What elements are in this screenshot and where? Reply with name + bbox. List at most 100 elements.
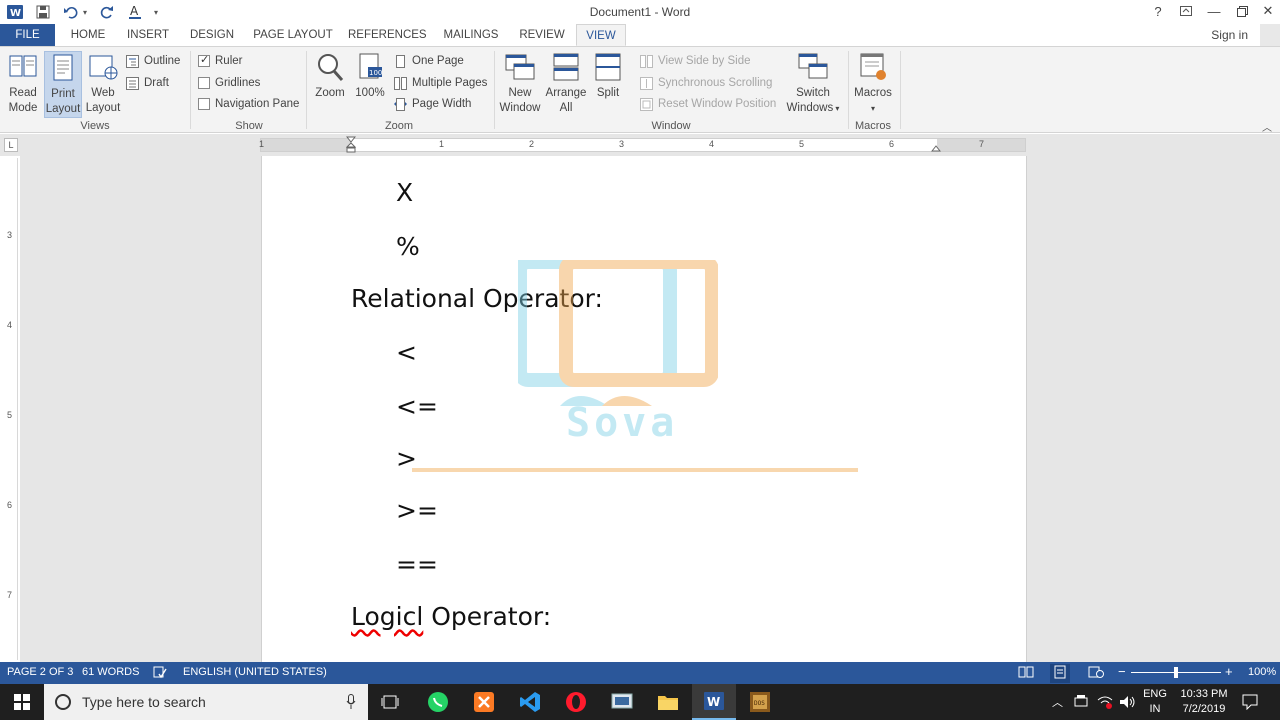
ruler-checkbox[interactable]: Ruler	[198, 51, 242, 71]
network-icon[interactable]	[1074, 694, 1090, 711]
document-page[interactable]: X % Relational Operator: < <= > >= == Lo…	[261, 156, 1027, 664]
tab-design[interactable]: DESIGN	[184, 24, 240, 46]
zoom-100-button[interactable]: 100 100%	[352, 51, 388, 101]
taskbar: Type here to search W DOS ︿ ENG IN 10:33…	[0, 684, 1280, 720]
language-indicator[interactable]: ENGLISH (UNITED STATES)	[183, 666, 327, 678]
misspelled-word[interactable]: Logicl	[351, 602, 423, 631]
document-line[interactable]: <=	[396, 392, 438, 421]
document-line[interactable]: Logicl Operator:	[351, 602, 551, 631]
help-icon[interactable]: ?	[1144, 0, 1172, 22]
one-page-icon	[394, 54, 407, 68]
views-group-label: Views	[80, 120, 110, 132]
reset-window-icon	[640, 97, 653, 111]
synchronous-scrolling-button[interactable]: Synchronous Scrolling	[640, 73, 772, 93]
zoom-in-button[interactable]: +	[1225, 664, 1233, 679]
ruler-check-icon	[198, 53, 210, 67]
tab-insert[interactable]: INSERT	[124, 24, 172, 46]
tab-references[interactable]: REFERENCES	[348, 24, 427, 46]
microphone-icon[interactable]	[346, 694, 356, 713]
gridlines-check-icon	[198, 77, 210, 89]
tab-home[interactable]: HOME	[64, 24, 112, 46]
xampp-icon	[474, 692, 494, 712]
task-view-button[interactable]	[368, 684, 412, 720]
vscode-app[interactable]	[508, 684, 552, 720]
ribbon-display-options-icon[interactable]	[1172, 0, 1200, 22]
close-button[interactable]: ✕	[1254, 0, 1280, 22]
print-layout-icon	[47, 52, 79, 84]
one-page-button[interactable]: One Page	[394, 51, 464, 71]
macros-button[interactable]: Macros ▾	[852, 51, 894, 116]
macros-group-label: Macros	[854, 120, 892, 132]
language-tray[interactable]: ENG IN	[1140, 687, 1170, 717]
volume-icon[interactable]	[1119, 694, 1137, 713]
xampp-app[interactable]	[462, 684, 506, 720]
indent-marker-icon[interactable]	[345, 136, 357, 157]
dosbox-app[interactable]: DOS	[738, 684, 782, 720]
document-line[interactable]: <	[396, 338, 417, 367]
page-count[interactable]: PAGE 2 OF 3	[7, 666, 73, 678]
switch-windows-button[interactable]: Switch Windows ▾	[784, 51, 842, 116]
multiple-pages-button[interactable]: Multiple Pages	[394, 73, 487, 93]
taskbar-search[interactable]: Type here to search	[44, 684, 368, 720]
tab-page-layout[interactable]: PAGE LAYOUT	[252, 24, 334, 46]
tab-view[interactable]: VIEW	[576, 24, 626, 46]
word-app[interactable]: W	[692, 684, 736, 720]
clock[interactable]: 10:33 PM 7/2/2019	[1176, 687, 1232, 717]
web-layout-button[interactable]: Web Layout	[84, 51, 122, 116]
tab-selector-icon[interactable]: L	[4, 138, 18, 152]
side-by-side-icon	[640, 54, 653, 68]
draft-button[interactable]: Draft	[126, 73, 169, 93]
zoom-out-button[interactable]: −	[1118, 664, 1126, 679]
minimize-button[interactable]: —	[1200, 0, 1228, 22]
outline-icon	[126, 54, 139, 68]
file-explorer-app[interactable]	[646, 684, 690, 720]
gridlines-checkbox[interactable]: Gridlines	[198, 73, 260, 93]
sign-in-link[interactable]: Sign in	[1211, 28, 1248, 42]
reset-window-position-button[interactable]: Reset Window Position	[640, 94, 776, 114]
read-mode-button[interactable]: Read Mode	[4, 51, 42, 116]
collapse-ribbon-icon[interactable]: ︿	[1262, 119, 1272, 134]
notifications-icon[interactable]	[1242, 694, 1258, 713]
zoom-level[interactable]: 100%	[1248, 666, 1276, 678]
watermark-logo: Sova	[513, 255, 719, 453]
screen-app[interactable]	[600, 684, 644, 720]
document-line[interactable]: ==	[396, 550, 438, 579]
magnifier-icon	[314, 51, 346, 83]
document-line[interactable]: >=	[396, 496, 438, 525]
restore-button[interactable]	[1228, 0, 1256, 22]
proofing-icon[interactable]	[153, 665, 167, 682]
navigation-pane-checkbox[interactable]: Navigation Pane	[198, 94, 299, 114]
document-line[interactable]: X	[396, 178, 413, 207]
tab-review[interactable]: REVIEW	[516, 24, 568, 46]
tab-file[interactable]: FILE	[0, 24, 55, 46]
print-layout-button[interactable]: Print Layout	[44, 51, 82, 118]
chevron-down-icon: ▾	[870, 104, 875, 113]
page-width-button[interactable]: Page Width	[394, 94, 471, 114]
read-mode-view-icon[interactable]	[1018, 665, 1034, 682]
document-line[interactable]: %	[396, 232, 420, 261]
view-side-by-side-button[interactable]: View Side by Side	[640, 51, 750, 71]
group-separator	[494, 51, 495, 129]
wifi-disconnected-icon[interactable]	[1097, 694, 1113, 713]
start-button[interactable]	[0, 684, 44, 720]
new-window-button[interactable]: New Window	[498, 51, 542, 116]
horizontal-ruler[interactable]: 1 1 2 3 4 5 6 7	[259, 136, 1026, 153]
zoom-button[interactable]: Zoom	[312, 51, 348, 101]
group-separator	[190, 51, 191, 129]
zoom-slider-thumb[interactable]	[1174, 667, 1178, 678]
tab-mailings[interactable]: MAILINGS	[440, 24, 502, 46]
read-mode-icon	[7, 51, 39, 83]
vscode-icon	[520, 692, 540, 712]
whatsapp-app[interactable]	[416, 684, 460, 720]
account-avatar[interactable]	[1260, 24, 1280, 46]
outline-button[interactable]: Outline	[126, 51, 180, 71]
word-count[interactable]: 61 WORDS	[82, 666, 139, 678]
vertical-ruler[interactable]: 3 4 5 6 7	[4, 158, 18, 660]
split-button[interactable]: Split	[590, 51, 626, 101]
show-hidden-icons-icon[interactable]: ︿	[1052, 694, 1063, 710]
web-layout-view-icon[interactable]	[1088, 665, 1104, 682]
right-indent-marker-icon[interactable]	[930, 142, 942, 156]
arrange-all-button[interactable]: Arrange All	[544, 51, 588, 116]
opera-app[interactable]	[554, 684, 598, 720]
print-layout-view-icon[interactable]	[1050, 664, 1070, 683]
